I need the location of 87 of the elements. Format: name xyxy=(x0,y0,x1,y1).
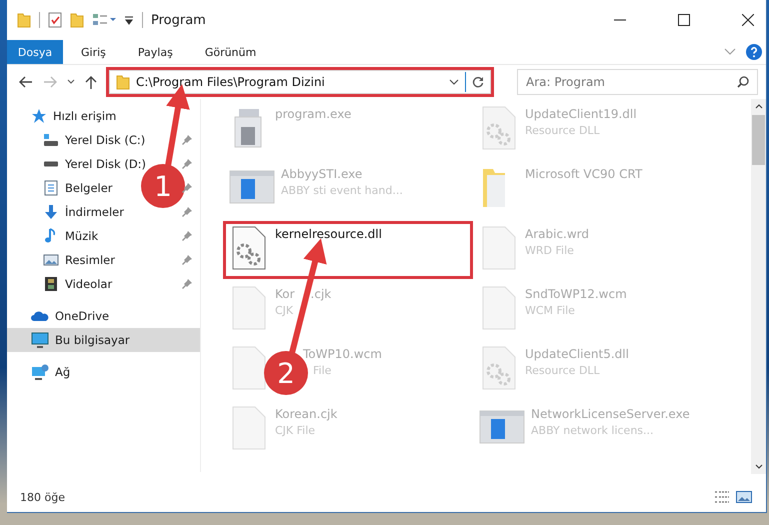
scroll-thumb[interactable] xyxy=(752,115,765,165)
pin-icon[interactable] xyxy=(182,183,192,193)
sidebar-label: Resimler xyxy=(65,253,115,267)
file-type: CJK xyxy=(275,304,294,317)
document-icon xyxy=(43,180,59,196)
close-icon[interactable] xyxy=(742,14,754,26)
address-bar[interactable]: C:\Program Files\Program Dizini xyxy=(109,70,491,94)
ribbon-tab[interactable]: Giriş xyxy=(67,40,120,64)
recent-locations-icon[interactable] xyxy=(67,79,75,85)
sidebar-item[interactable]: Ağ xyxy=(7,360,78,384)
window-title: Program xyxy=(151,12,206,28)
pin-icon[interactable] xyxy=(182,159,192,169)
file-type: WCM File xyxy=(525,304,575,317)
file-name: UpdateClient5.dll xyxy=(525,347,629,361)
file-name: program.exe xyxy=(275,107,352,121)
ribbon-tab[interactable]: Görünüm xyxy=(190,40,270,64)
download-arrow-icon xyxy=(43,204,59,220)
file-name: UpdateClient19.dll xyxy=(525,107,637,121)
sidebar-item[interactable]: Yerel Disk (C:) xyxy=(7,128,154,152)
file-name: NetworkLicenseServer.exe xyxy=(531,407,690,421)
large-icons-view-icon[interactable] xyxy=(736,491,752,503)
sidebar-label: Belgeler xyxy=(65,181,113,195)
vertical-scrollbar[interactable] xyxy=(751,99,766,474)
file-type: Resource DLL xyxy=(525,364,600,377)
sidebar-label: Hızlı erişim xyxy=(53,109,116,123)
file-type: Resource DLL xyxy=(525,124,600,137)
file-name: ToWP10.wcm xyxy=(303,347,382,361)
help-icon[interactable] xyxy=(746,44,762,60)
computer-monitor-icon xyxy=(31,332,49,348)
file-name: Arabic.wrd xyxy=(525,227,590,241)
back-arrow-icon[interactable] xyxy=(19,76,33,88)
maximize-icon[interactable] xyxy=(678,14,690,26)
file-type: ABBY network licens... xyxy=(531,424,654,437)
picture-icon xyxy=(43,252,59,268)
file-name: Microsoft VC90 CRT xyxy=(525,167,642,181)
file-type: ABBY sti event hand... xyxy=(281,184,403,197)
sidebar-item[interactable]: Resimler xyxy=(7,248,123,272)
film-strip-icon xyxy=(43,276,59,292)
file-menu-button[interactable]: Dosya xyxy=(7,40,63,64)
item-count: 180 öğe xyxy=(20,490,65,504)
sidebar-item[interactable]: Hızlı erişim xyxy=(7,104,124,128)
dropdown-chevron-icon[interactable] xyxy=(449,79,459,85)
file-name: AbbyySTI.exe xyxy=(281,167,362,181)
drive-icon xyxy=(43,134,59,146)
search-field[interactable]: Ara: Program xyxy=(517,69,758,95)
pin-icon[interactable] xyxy=(182,135,192,145)
sidebar-label: Bu bilgisayar xyxy=(55,333,130,347)
sidebar-item[interactable]: OneDrive xyxy=(7,304,118,328)
file-type: CJK File xyxy=(275,424,316,437)
up-arrow-icon[interactable] xyxy=(85,75,97,89)
search-icon[interactable] xyxy=(737,76,749,88)
properties-icon[interactable] xyxy=(48,12,62,28)
sidebar-label: OneDrive xyxy=(55,309,110,323)
pin-icon[interactable] xyxy=(182,231,192,241)
file-type: WRD File xyxy=(525,244,574,257)
view-options-icon[interactable] xyxy=(92,12,116,28)
details-view-icon[interactable] xyxy=(714,491,730,503)
pin-icon[interactable] xyxy=(182,255,192,265)
file-type: File xyxy=(313,364,332,377)
file-name: SndToWP12.wcm xyxy=(525,287,627,301)
refresh-icon[interactable] xyxy=(472,76,484,88)
pin-icon[interactable] xyxy=(182,279,192,289)
scroll-down-icon[interactable] xyxy=(754,464,762,470)
sidebar-label: Yerel Disk (C:) xyxy=(65,133,146,147)
sidebar-item[interactable]: İndirmeler xyxy=(7,200,132,224)
drive-icon xyxy=(43,161,59,167)
sidebar-label: Ağ xyxy=(55,365,70,379)
star-icon xyxy=(31,108,47,124)
file-name-end: .cjk xyxy=(310,287,332,301)
address-path: C:\Program Files\Program Dizini xyxy=(136,75,326,89)
folder-icon xyxy=(116,74,130,90)
sidebar-item[interactable]: Videolar xyxy=(7,272,120,296)
sidebar-label: Videolar xyxy=(65,277,112,291)
sidebar-item[interactable]: Müzik xyxy=(7,224,106,248)
ribbon-tab[interactable]: Paylaş xyxy=(124,40,187,64)
pin-icon[interactable] xyxy=(182,207,192,217)
file-tile[interactable]: kernelresource.dll xyxy=(223,221,473,279)
network-monitor-icon xyxy=(31,364,49,380)
file-name: Kor xyxy=(275,287,295,301)
chevron-down-icon[interactable] xyxy=(724,48,736,56)
scroll-up-icon[interactable] xyxy=(754,103,762,109)
sidebar-item[interactable]: Belgeler xyxy=(7,176,121,200)
file-name: Korean.cjk xyxy=(275,407,338,421)
sidebar-label: Müzik xyxy=(65,229,98,243)
sidebar-label: İndirmeler xyxy=(65,205,124,219)
file-name: kernelresource.dll xyxy=(275,227,382,241)
sidebar-item[interactable]: Bu bilgisayar xyxy=(7,328,200,352)
